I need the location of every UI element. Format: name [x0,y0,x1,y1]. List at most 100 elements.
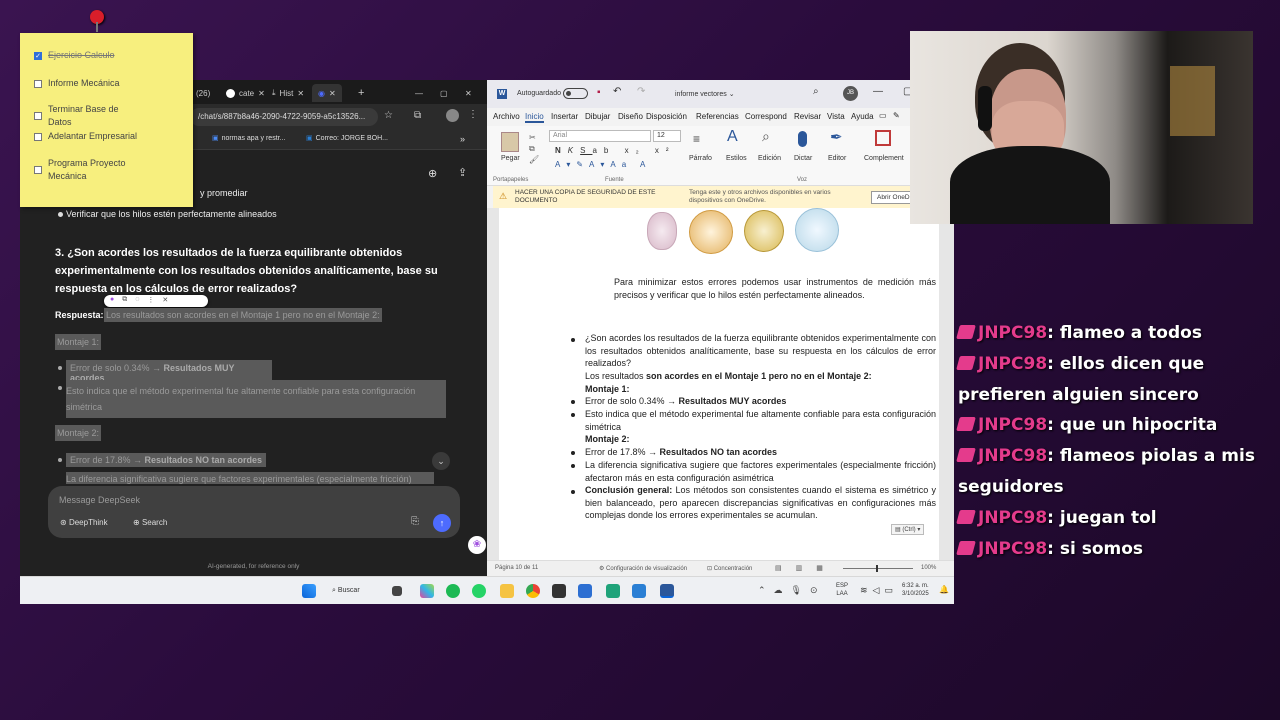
more-icon[interactable]: ⋮ [147,296,154,306]
star-icon[interactable]: ☆ [384,110,393,121]
chat-username[interactable]: JNPC98 [978,323,1047,343]
todo-item[interactable]: Terminar Base de Datos [34,103,144,129]
todo-item[interactable]: Informe Mecánica [34,77,144,90]
menu-inicio[interactable]: Inicio [525,112,544,123]
app-icon[interactable] [552,584,566,598]
bookmark-item[interactable]: ▣ normas apa y restr... [212,134,285,143]
chat-username[interactable]: JNPC98 [978,415,1047,435]
copy-icon[interactable]: ⧉ [122,296,127,306]
redo-icon[interactable]: ↷ [637,86,645,97]
search-icon[interactable]: ⌕ [813,86,819,97]
floating-ai-icon[interactable]: ❀ [468,536,486,554]
menu-correspond[interactable]: Correspond [745,112,787,121]
browser-tab[interactable]: cate ✕ [226,84,265,102]
menu-revisar[interactable]: Revisar [794,112,821,121]
calculator-icon[interactable] [632,584,646,598]
file-explorer-icon[interactable] [500,584,514,598]
send-button[interactable]: ↑ [433,514,451,532]
focus-mode[interactable]: ⊡ Concentración [707,565,752,572]
close-window-button[interactable]: ✕ [465,84,472,102]
share-icon[interactable]: ⇪ [458,166,467,179]
taskbar-search[interactable]: ⌕ Buscar [332,584,382,598]
system-tray-icons[interactable]: ⌃☁🎙⊙ [758,585,826,596]
whatsapp-icon[interactable] [472,584,486,598]
chat-username[interactable]: JNPC98 [978,446,1047,466]
autosave-toggle[interactable] [563,88,588,99]
styles-icon[interactable]: A [727,128,738,146]
profile-avatar[interactable] [446,109,459,122]
terminal-icon[interactable] [606,584,620,598]
chrome-icon[interactable] [526,584,540,598]
word-taskbar-icon[interactable] [660,584,674,598]
message-input[interactable]: Message DeepSeek [59,495,140,505]
new-chat-icon[interactable]: ⊕ [428,167,437,180]
menu-archivo[interactable]: Archivo [493,112,520,121]
todo-item[interactable]: ✓ Ejercicio Calculo [34,49,144,62]
browser-tab-active[interactable]: ◉ ✕ [312,84,342,102]
comment-icon[interactable]: ◌ [135,296,139,306]
share-icon[interactable]: ✎ [893,111,900,120]
document-title[interactable]: informe vectores ⌄ [675,90,735,98]
todo-item[interactable]: Programa Proyecto Mecánica [34,157,144,183]
browser-tab[interactable]: ⤓ Hist ✕ [272,84,304,102]
editor-icon[interactable]: ✒ [830,128,843,146]
comment-icon[interactable]: ▭ [879,111,887,120]
addins-icon[interactable] [875,130,891,146]
close-icon[interactable]: ✕ [258,89,265,98]
url-input[interactable]: /chat/s/887b8a46-2090-4722-9059-a5c13526… [190,108,378,126]
save-icon[interactable]: ▪ [597,87,601,98]
scroll-down-button[interactable]: ⌄ [432,452,450,470]
microphone-icon[interactable] [798,131,807,147]
copilot-icon[interactable] [420,584,434,598]
deepthink-button[interactable]: ⊛ DeepThink [60,518,108,527]
notification-icon[interactable]: 🔔 [939,585,949,594]
paste-icon[interactable] [501,132,519,152]
todo-item[interactable]: Adelantar Empresarial [34,130,144,143]
zoom-level[interactable]: 100% [921,565,936,571]
zoom-slider[interactable] [843,565,913,572]
edit-search-icon[interactable]: ⌕ [762,128,770,145]
bookmark-item[interactable]: ▣ Correo: JORGE BOH... [306,134,388,143]
checkbox[interactable] [34,112,42,120]
checkbox[interactable]: ✓ [34,51,42,60]
start-icon[interactable] [302,584,316,598]
menu-disposición[interactable]: Disposición [646,112,687,121]
minimize-button[interactable]: — [873,86,883,97]
message-box[interactable]: Message DeepSeek ⊛ DeepThink ⊕ Search ⎘ … [48,486,460,538]
more-bookmarks-icon[interactable]: » [460,134,465,144]
checkbox[interactable] [34,166,42,174]
menu-referencias[interactable]: Referencias [696,112,739,121]
close-icon[interactable]: ✕ [162,296,168,306]
search-button[interactable]: ⊕ Search [133,518,167,527]
display-settings[interactable]: ⚙ Configuración de visualización [599,565,687,572]
chat-username[interactable]: JNPC98 [978,354,1047,374]
vscode-icon[interactable] [578,584,592,598]
browser-tab[interactable]: (26) [196,84,210,102]
color-buttons[interactable]: A▾✎A▾Aa A [555,160,651,169]
paragraph-icon[interactable]: ≡ [693,132,700,146]
new-tab-button[interactable]: + [358,84,364,102]
menu-vista[interactable]: Vista [827,112,845,121]
undo-icon[interactable]: ↶ [613,86,621,97]
paste-options-button[interactable]: ▤ (Ctrl) ▾ [891,524,925,535]
ai-icon[interactable]: ● [110,296,114,306]
network-volume-battery-icons[interactable]: ≋◁▭ [860,585,898,596]
open-onedrive-button[interactable]: Abrir OneD [871,191,916,204]
menu-ayuda[interactable]: Ayuda [851,112,874,121]
menu-icon[interactable]: ⋮ [468,109,478,120]
clock[interactable]: 6:32 a. m. 3/10/2025 [902,582,929,598]
checkbox[interactable] [34,79,42,88]
font-size-select[interactable]: 12 [653,130,681,142]
chat-username[interactable]: JNPC98 [978,539,1047,559]
selection-toolbar[interactable]: ● ⧉ ◌ ⋮ ✕ [104,295,208,307]
close-icon[interactable]: ✕ [329,89,336,98]
user-avatar[interactable]: JB [843,86,858,101]
spotify-icon[interactable] [446,584,460,598]
language-indicator[interactable]: ESP LAA [836,582,848,598]
chat-username[interactable]: JNPC98 [978,508,1047,528]
menu-diseño[interactable]: Diseño [618,112,643,121]
attach-icon[interactable]: ⎘ [411,516,419,527]
extensions-icon[interactable]: ⧉ [414,110,421,121]
menu-dibujar[interactable]: Dibujar [585,112,610,121]
maximize-button[interactable]: ▢ [440,84,448,102]
